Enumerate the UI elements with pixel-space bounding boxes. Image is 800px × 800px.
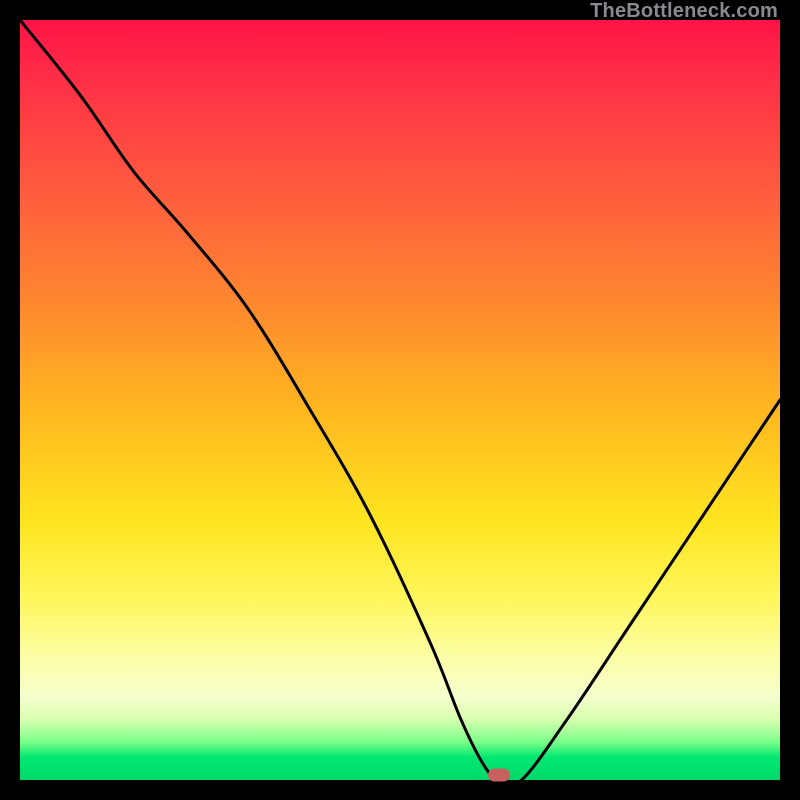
optimal-marker — [488, 768, 510, 781]
plot-area — [20, 20, 780, 780]
curve-path — [20, 20, 780, 780]
chart-frame: TheBottleneck.com — [0, 0, 800, 800]
bottleneck-curve — [20, 20, 780, 780]
